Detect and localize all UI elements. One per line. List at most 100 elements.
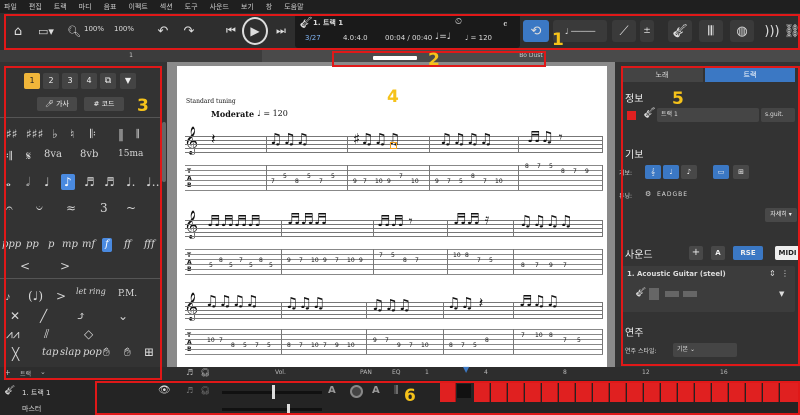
voice-1-button[interactable]: 1 [24,73,40,89]
measure-cell[interactable] [474,382,490,402]
redo-icon[interactable]: ↷ [178,20,200,42]
tremolo-picking-icon[interactable]: ⫽ [44,328,49,340]
track-color-swatch[interactable] [627,111,636,120]
menu-note[interactable]: 음표 [104,2,117,12]
chevron-down-icon[interactable]: ▼ [779,290,784,298]
track-overview-left[interactable]: 1 [0,50,262,62]
next-icon[interactable]: ⏭ [272,20,290,42]
notation-details-button[interactable]: 자세히 ▾ [765,208,797,222]
note-group[interactable]: 𝄽 [211,132,216,147]
ruler-icon[interactable]: ⧉ [100,73,116,89]
dynamic-p[interactable]: p [48,240,54,250]
measure-cell[interactable] [763,382,779,402]
dynamic-ff[interactable]: ff [124,240,131,250]
menu-track[interactable]: 트랙 [54,2,67,12]
tuner-icon[interactable]: ⟋ [612,20,636,42]
whammy-icon[interactable]: ⌄ [118,310,128,322]
ghost-note-icon[interactable]: (♩) [28,290,43,302]
vibrato-icon[interactable]: ~ [126,202,136,214]
guitar-view-icon[interactable]: 🎸︎ [668,20,692,42]
menu-help[interactable]: 도움말 [284,2,303,12]
measure-cell[interactable] [576,382,592,402]
trill-icon[interactable]: ⩘⩘ [6,328,20,340]
chord-button[interactable]: # 코드 [84,97,124,111]
barline-icon[interactable]: ‖ [118,128,124,140]
measure-cell[interactable] [610,382,626,402]
plus-minus-icon[interactable]: ± [640,20,654,42]
master-row-name[interactable]: 마스터 [22,404,41,414]
drums-icon[interactable]: ◍ [730,20,754,42]
measure-cell[interactable] [525,382,541,402]
eq-icon[interactable]: ⫼ [394,385,399,396]
hand-icon[interactable]: ✋︎ [103,346,110,358]
slide-icon[interactable]: ╱ [40,310,47,322]
measure-cell[interactable] [644,382,660,402]
let-ring-label[interactable]: let ring [76,288,106,296]
measure-cell[interactable] [559,382,575,402]
zoom-icon[interactable]: 🔍︎ [67,20,81,42]
instrument-name[interactable]: 1. Acoustic Guitar (steel) [627,270,726,278]
voice-2-button[interactable]: 2 [43,73,59,89]
add-sound-button[interactable]: + [689,246,703,260]
menu-view[interactable]: 보기 [241,2,254,12]
note-group[interactable]: ♫♫♫ [371,298,411,313]
decrescendo-icon[interactable]: > [60,260,70,272]
note-group[interactable]: ♬♫ 𝄾 [527,130,563,145]
home-icon[interactable]: ⌂ [8,20,28,42]
zoom-value[interactable]: 100% [84,25,104,33]
double-dotted-icon[interactable]: ♩‥ [146,176,160,188]
track-overview-right[interactable]: Bo Dust [262,50,800,62]
repeat-open-icon[interactable]: 𝄆 [90,128,96,140]
add-track-icon[interactable]: + [4,368,11,377]
track-name-field[interactable]: 트랙 1 [657,108,759,122]
thirtysecond-note-icon[interactable]: ♬ [104,176,115,188]
play-style-select[interactable]: 기본 ⌄ [673,343,737,357]
instrument-more-icon[interactable]: ⋮ [781,269,789,278]
note-group[interactable]: ♬♬♬♬ [207,214,261,229]
key-sig-sharp-icon[interactable]: ♯♯ [6,128,18,140]
track-volume-handle[interactable] [272,385,275,399]
mute-icon[interactable]: ♬ [186,386,193,395]
measure-cell[interactable] [661,382,677,402]
effect-icon[interactable] [683,291,697,297]
master-volume-slider[interactable] [222,408,322,411]
tuning-value[interactable]: EADGBE [657,191,688,198]
ottava-bassa-icon[interactable]: 8vb [80,150,98,160]
slash-notation-toggle[interactable]: ♪ [681,165,697,179]
note-group[interactable]: ♬♫♫ [519,294,559,309]
fermata-icon[interactable]: 𝄐 [6,202,13,214]
playhead-marker[interactable]: ▼ [463,365,469,374]
measure-cell[interactable] [491,382,507,402]
palm-mute-label[interactable]: P.M. [118,290,137,299]
horizontal-scroll-thumb[interactable] [373,56,417,60]
whole-note-icon[interactable]: 𝅝 [6,176,11,188]
measure-cell[interactable] [729,382,745,402]
tab-notation-toggle[interactable]: ♩ [663,165,679,179]
fermata-long-icon[interactable]: 𝄑 [36,202,43,214]
menu-window[interactable]: 창 [266,2,272,12]
dynamic-f[interactable]: f [102,238,112,252]
headphones-icon[interactable]: 🎧︎ [200,368,210,377]
metronome-icon[interactable]: ⏲ [455,17,462,27]
score-page[interactable]: Standard tuning Moderate ♩ = 120 𝄞 𝄽 ♫♫♫… [177,66,607,386]
note-group[interactable]: ♫♫♫♫ [519,214,573,229]
dynamic-pp[interactable]: pp [26,240,39,250]
menu-tools[interactable]: 도구 [185,2,198,12]
note-group[interactable]: ♫♫♫ [269,132,309,147]
dynamic-mp[interactable]: mp [62,240,78,250]
previous-icon[interactable]: ⏮ [222,20,240,42]
note-group[interactable]: ♬♬ 𝄾 [377,214,413,229]
measure-cell[interactable] [593,382,609,402]
selected-measure-cell[interactable] [457,384,471,398]
mute-icon[interactable]: ♬ [186,368,193,377]
solo-icon[interactable]: 🎧︎ [200,386,210,395]
automation-icon[interactable]: A [372,385,380,396]
menu-section[interactable]: 섹션 [160,2,173,12]
piano-icon[interactable]: 𝄃𝄃 [699,20,723,42]
tab-song[interactable]: 노래 [621,68,703,82]
midi-button[interactable]: MIDI [775,246,800,260]
tremolo-icon[interactable]: ≈ [66,202,76,214]
menu-file[interactable]: 파일 [4,2,17,12]
pop-label[interactable]: pop [83,348,102,358]
rse-button[interactable]: RSE [733,246,763,260]
